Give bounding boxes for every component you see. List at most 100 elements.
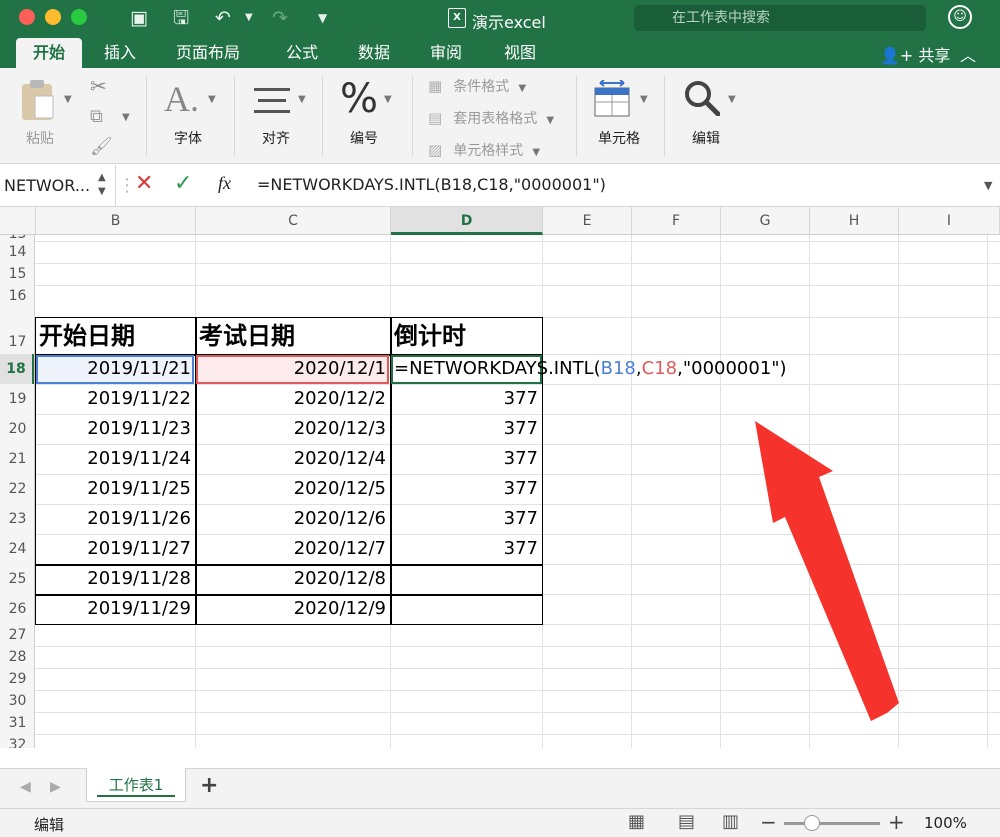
row-header[interactable]: 27 — [0, 624, 34, 646]
column-header-e[interactable]: E — [543, 207, 632, 235]
row-header[interactable]: 24 — [0, 534, 34, 564]
column-header-h[interactable]: H — [810, 207, 899, 235]
zoom-in-icon[interactable]: + — [888, 810, 905, 834]
cell-d23[interactable]: 377 — [390, 504, 542, 534]
header-start-date[interactable]: 开始日期 — [35, 319, 195, 354]
cell-b26[interactable]: 2019/11/29 — [35, 594, 195, 624]
cell-c19[interactable]: 2020/12/2 — [195, 384, 390, 414]
cell-b22[interactable]: 2019/11/25 — [35, 474, 195, 504]
add-sheet-icon[interactable]: + — [200, 773, 218, 798]
next-sheet-icon[interactable]: ▶ — [50, 779, 61, 795]
name-box-stepper-icon[interactable]: ▲ ▼ — [98, 171, 106, 199]
tab-home[interactable]: 开始 — [16, 38, 82, 68]
cell-c26[interactable]: 2020/12/9 — [195, 594, 390, 624]
sheet-tab-1[interactable]: 工作表1 — [86, 768, 186, 802]
row-header[interactable]: 19 — [0, 384, 34, 414]
redo-icon[interactable]: ↷ — [272, 6, 288, 30]
cell-c18[interactable]: 2020/12/1 — [195, 354, 390, 384]
share-button[interactable]: 👤+ 共享 — [880, 42, 950, 66]
row-header[interactable]: 29 — [0, 668, 34, 690]
formula-input[interactable]: =NETWORKDAYS.INTL(B18,C18,"0000001") — [257, 175, 606, 194]
tab-formulas[interactable]: 公式 — [286, 38, 318, 68]
magnifier-icon[interactable] — [684, 80, 720, 116]
prev-sheet-icon[interactable]: ◀ — [20, 779, 31, 795]
customize-toolbar-icon[interactable]: ▼ — [318, 6, 327, 30]
column-header-f[interactable]: F — [632, 207, 721, 235]
editing-dropdown-icon[interactable]: ▼ — [728, 94, 736, 105]
expand-formula-bar-icon[interactable]: ▼ — [984, 179, 992, 192]
page-break-view-icon[interactable]: ▥ — [722, 811, 739, 832]
cell-d19[interactable]: 377 — [390, 384, 542, 414]
cell-b23[interactable]: 2019/11/26 — [35, 504, 195, 534]
undo-icon[interactable]: ↶ — [215, 6, 231, 30]
tab-review[interactable]: 审阅 — [430, 38, 462, 68]
column-header-g[interactable]: G — [721, 207, 810, 235]
column-header-b[interactable]: B — [36, 207, 196, 235]
cut-icon[interactable]: ✂ — [90, 74, 107, 98]
header-countdown[interactable]: 倒计时 — [390, 319, 542, 354]
row-header[interactable]: 16 — [0, 285, 34, 307]
cells-icon[interactable] — [594, 80, 630, 118]
cell-grid[interactable]: 开始日期 考试日期 倒计时 2019/11/21 2019/11/22 2019… — [35, 235, 1000, 748]
copy-icon[interactable]: ⧉ — [90, 106, 103, 127]
cell-d21[interactable]: 377 — [390, 444, 542, 474]
row-header[interactable]: 32 — [0, 734, 34, 748]
format-as-table-button[interactable]: ▤ 套用表格格式 ▼ — [428, 108, 554, 128]
tab-data[interactable]: 数据 — [358, 38, 390, 68]
feedback-smiley-icon[interactable]: ☺ — [948, 5, 972, 29]
cell-b20[interactable]: 2019/11/23 — [35, 414, 195, 444]
confirm-formula-icon[interactable]: ✓ — [174, 171, 192, 196]
row-header[interactable]: 28 — [0, 646, 34, 668]
conditional-format-button[interactable]: ▦ 条件格式 ▼ — [428, 76, 526, 96]
tab-view[interactable]: 视图 — [504, 38, 536, 68]
cell-d24[interactable]: 377 — [390, 534, 542, 564]
copy-dropdown-icon[interactable]: ▼ — [122, 112, 130, 123]
tab-insert[interactable]: 插入 — [104, 38, 136, 68]
zoom-slider-thumb[interactable] — [804, 815, 820, 831]
row-header[interactable]: 31 — [0, 712, 34, 734]
row-header[interactable]: 20 — [0, 414, 34, 444]
cell-c21[interactable]: 2020/12/4 — [195, 444, 390, 474]
cell-b18[interactable]: 2019/11/21 — [35, 354, 195, 384]
cell-c25[interactable]: 2020/12/8 — [195, 564, 390, 594]
row-header[interactable]: 15 — [0, 263, 34, 285]
zoom-out-icon[interactable]: − — [760, 810, 777, 834]
cell-b19[interactable]: 2019/11/22 — [35, 384, 195, 414]
cell-b21[interactable]: 2019/11/24 — [35, 444, 195, 474]
row-header[interactable]: 21 — [0, 444, 34, 474]
cell-d20[interactable]: 377 — [390, 414, 542, 444]
row-header[interactable]: 14 — [0, 241, 34, 263]
cell-c24[interactable]: 2020/12/7 — [195, 534, 390, 564]
collapse-ribbon-icon[interactable]: ︿ — [960, 42, 976, 66]
font-icon[interactable]: A. — [164, 78, 199, 120]
row-header[interactable]: 17 — [0, 317, 34, 354]
row-header[interactable]: 26 — [0, 594, 34, 624]
cancel-formula-icon[interactable]: ✕ — [135, 171, 153, 196]
column-header-i[interactable]: I — [899, 207, 1000, 235]
cell-d18-editing-formula[interactable]: =NETWORKDAYS.INTL(B18,C18,"0000001") — [394, 354, 787, 384]
number-dropdown-icon[interactable]: ▼ — [384, 94, 392, 105]
font-dropdown-icon[interactable]: ▼ — [208, 94, 216, 105]
cell-b24[interactable]: 2019/11/27 — [35, 534, 195, 564]
row-header[interactable]: 25 — [0, 564, 34, 594]
cell-b25[interactable]: 2019/11/28 — [35, 564, 195, 594]
minimize-window-button[interactable] — [45, 9, 61, 25]
format-painter-icon[interactable]: 🖌 — [90, 136, 113, 157]
zoom-slider[interactable] — [784, 822, 880, 825]
header-exam-date[interactable]: 考试日期 — [195, 319, 390, 354]
sheet-search-input[interactable]: 在工作表中搜索 — [634, 5, 926, 31]
close-window-button[interactable] — [19, 9, 35, 25]
normal-view-icon[interactable]: ▦ — [628, 811, 645, 832]
paste-button[interactable] — [18, 78, 56, 124]
align-icon[interactable] — [254, 86, 290, 116]
cell-styles-button[interactable]: ▨ 单元格样式 ▼ — [428, 140, 540, 160]
sidebar-toggle-icon[interactable]: ▣ — [130, 6, 148, 30]
zoom-level[interactable]: 100% — [924, 814, 967, 832]
column-header-d[interactable]: D — [391, 207, 543, 235]
tab-page-layout[interactable]: 页面布局 — [176, 38, 240, 68]
row-header[interactable]: 30 — [0, 690, 34, 712]
paste-dropdown-icon[interactable]: ▼ — [64, 94, 72, 105]
cell-d22[interactable]: 377 — [390, 474, 542, 504]
cell-c22[interactable]: 2020/12/5 — [195, 474, 390, 504]
align-dropdown-icon[interactable]: ▼ — [298, 94, 306, 105]
